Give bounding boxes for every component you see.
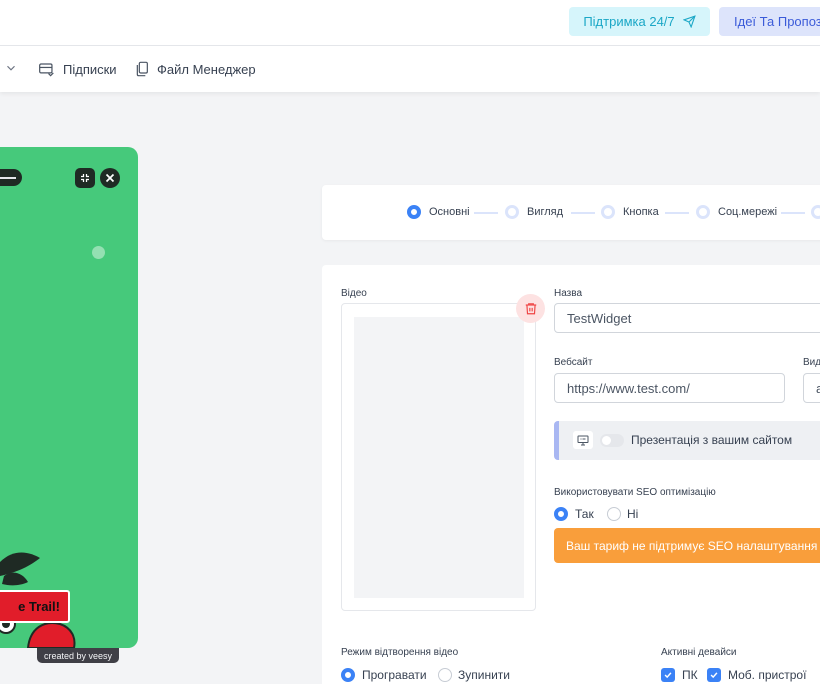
support-label: Підтримка 24/7: [583, 14, 675, 29]
device-mobile-label: Моб. пристрої: [728, 668, 807, 682]
preview-close-button[interactable]: [100, 168, 120, 188]
seo-warning-text: Ваш тариф не підтримує SEO налаштування: [566, 538, 818, 553]
ideas-label: Ідеї Та Пропози: [734, 14, 820, 29]
playback-play-radio[interactable]: [341, 668, 355, 682]
playback-stop-radio[interactable]: [438, 668, 452, 682]
video-placeholder: [354, 317, 524, 598]
check-icon: [664, 672, 672, 679]
top-bar: Підтримка 24/7 Ідеї Та Пропози: [0, 0, 820, 46]
step-connector: [781, 212, 805, 214]
step-basic[interactable]: Основні: [407, 205, 470, 219]
playback-label: Режим відтворення відео: [341, 647, 459, 658]
step-connector: [665, 212, 689, 214]
step-label: Вигляд: [527, 206, 564, 218]
credit-badge: created by veesy: [37, 648, 119, 663]
step-dot-active: [407, 205, 421, 219]
seo-warning-banner: Ваш тариф не підтримує SEO налаштування: [554, 528, 820, 563]
presentation-label: Презентація з вашим сайтом: [631, 433, 793, 447]
preview-eye-icon: [92, 246, 105, 259]
step-navigator: Основні Вигляд Кнопка Соц.мережі: [322, 185, 820, 240]
devices-label: Активні девайси: [661, 647, 737, 658]
video-upload-area[interactable]: [341, 303, 536, 611]
device-mobile-checkbox[interactable]: [707, 668, 721, 682]
nav-item-file-manager[interactable]: Файл Менеджер: [135, 59, 256, 79]
files-icon: [136, 61, 148, 77]
website-value: https://www.test.com/: [567, 380, 690, 396]
playback-stop-label: Зупинити: [458, 668, 510, 682]
nav-file-manager-label: Файл Менеджер: [157, 61, 256, 77]
nav-bar: Підписки Файл Менеджер: [0, 46, 820, 92]
shrink-icon: [81, 174, 89, 182]
nav-item-subscriptions[interactable]: Підписки: [38, 59, 117, 79]
seo-yes-radio[interactable]: [554, 507, 568, 521]
step-dot: [696, 205, 710, 219]
step-label: Кнопка: [623, 206, 659, 218]
chevron-down-icon[interactable]: [4, 61, 18, 75]
paper-plane-icon: [682, 15, 696, 28]
third-field-input[interactable]: a: [803, 373, 820, 403]
widget-settings-form: Відео Назва TestWidget Вебсайт https://w…: [322, 265, 820, 684]
check-icon: [710, 672, 718, 679]
step-connector: [474, 212, 498, 214]
subscriptions-icon: [39, 62, 54, 77]
step-connector: [571, 212, 595, 214]
preview-cta-button[interactable]: e Trail!: [0, 590, 70, 623]
preview-cta-label: e Trail!: [18, 599, 60, 614]
step-dot: [811, 205, 820, 219]
seo-no-radio[interactable]: [607, 507, 621, 521]
video-label: Відео: [341, 288, 367, 299]
website-label: Вебсайт: [554, 357, 593, 368]
support-button[interactable]: Підтримка 24/7: [569, 7, 710, 36]
name-label: Назва: [554, 288, 583, 299]
step-label: Соц.мережі: [718, 206, 778, 218]
step-appearance[interactable]: Вигляд: [505, 205, 563, 219]
ideas-button[interactable]: Ідеї Та Пропози: [719, 7, 820, 36]
trash-icon: [525, 303, 536, 315]
presentation-icon: [573, 431, 593, 449]
close-icon: [105, 173, 115, 183]
device-pc-label: ПК: [682, 668, 698, 682]
widget-preview: e Trail!: [0, 147, 138, 648]
seo-yes-label: Так: [575, 507, 594, 521]
name-value: TestWidget: [567, 310, 632, 326]
third-field-value: a: [816, 381, 820, 396]
seo-label: Використовувати SEO оптимізацію: [554, 487, 716, 498]
device-pc-checkbox[interactable]: [661, 668, 675, 682]
step-label: Основні: [429, 206, 470, 218]
step-button[interactable]: Кнопка: [601, 205, 659, 219]
preview-progress-pill: [0, 169, 22, 186]
step-social[interactable]: Соц.мережі: [696, 205, 777, 219]
presentation-toggle[interactable]: [600, 434, 624, 447]
credit-label: created by veesy: [43, 650, 113, 661]
step-dot: [601, 205, 615, 219]
nav-subscriptions-label: Підписки: [63, 61, 117, 77]
website-input[interactable]: https://www.test.com/: [554, 373, 785, 403]
preview-minimize-button[interactable]: [75, 168, 95, 188]
presentation-toggle-row: Презентація з вашим сайтом: [554, 421, 820, 460]
name-input[interactable]: TestWidget: [554, 303, 820, 333]
seo-no-label: Ні: [627, 507, 639, 521]
step-next[interactable]: [811, 205, 820, 219]
delete-video-button[interactable]: [516, 294, 545, 323]
step-dot: [505, 205, 519, 219]
playback-play-label: Програвати: [362, 668, 427, 682]
third-field-label: Вид: [803, 357, 820, 368]
